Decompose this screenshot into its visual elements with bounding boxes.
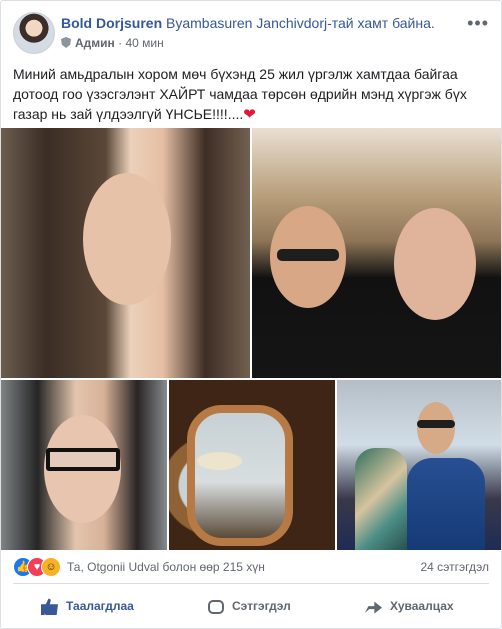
post-message: Миний амьдралын хором мөч бүхэнд 25 жил … (13, 64, 489, 125)
admin-shield-icon (61, 37, 71, 48)
reaction-summary[interactable]: 👍 ♥ ☺ Та, Otgonii Udval болон өөр 215 хү… (13, 556, 489, 577)
post-title: Bold Dorjsuren Byambasuren Janchivdorj-т… (61, 14, 435, 32)
share-label: Хуваалцах (390, 599, 454, 613)
facebook-post-card: Bold Dorjsuren Byambasuren Janchivdorj-т… (0, 0, 502, 629)
reaction-text[interactable]: Та, Otgonii Udval болон өөр 215 хүн (67, 560, 265, 574)
like-button[interactable]: Таалагдлаа (41, 592, 134, 620)
author-name[interactable]: Bold Dorjsuren (61, 15, 162, 31)
post-actions: Таалагдлаа Сэтгэгдэл Хуваалцах (1, 585, 501, 627)
photo-woman-glasses[interactable] (1, 380, 167, 550)
photo-face-man (417, 402, 455, 454)
comment-button[interactable]: Сэтгэгдэл (208, 592, 291, 620)
sunglasses-right (417, 420, 455, 428)
comment-label: Сэтгэгдэл (232, 599, 291, 613)
photo-face-woman (394, 208, 476, 320)
woman-scarf (355, 448, 407, 550)
tagged-with-text[interactable]: Byambasuren Janchivdorj-тай хамт байна. (166, 15, 435, 31)
comment-count[interactable]: 24 сэтгэгдэл (420, 560, 489, 574)
eyeglasses (46, 448, 120, 471)
care-icon: ☺ (41, 557, 61, 577)
share-icon (365, 601, 382, 614)
photo-face (83, 173, 171, 305)
photo-airplane-window[interactable] (169, 380, 335, 550)
comment-icon (208, 599, 224, 614)
post-meta: Админ · 40 мин (61, 35, 164, 51)
post-time[interactable]: 40 мин (125, 36, 163, 50)
meta-separator: · (114, 36, 126, 50)
photo-couple-selfie[interactable] (252, 128, 501, 378)
man-blue-suit (407, 458, 485, 550)
more-options-icon[interactable]: ••• (467, 13, 489, 34)
thumbs-up-icon (41, 598, 58, 616)
post-text: Миний амьдралын хором мөч бүхэнд 25 жил … (13, 66, 467, 122)
actions-divider (13, 583, 489, 584)
admin-badge: Админ (75, 36, 115, 50)
airplane-window (187, 405, 293, 546)
photo-woman-closeup[interactable] (1, 128, 250, 378)
sunset-glow (197, 452, 242, 470)
sunglasses-left (277, 249, 339, 261)
like-label: Таалагдлаа (66, 599, 134, 613)
heart-emoji: ❤ (243, 106, 256, 123)
share-button[interactable]: Хуваалцах (365, 592, 454, 620)
post-header: Bold Dorjsuren Byambasuren Janchivdorj-т… (13, 11, 489, 55)
photo-grid (1, 128, 501, 550)
photo-couple-lake[interactable] (337, 380, 501, 550)
author-avatar[interactable] (13, 12, 55, 54)
